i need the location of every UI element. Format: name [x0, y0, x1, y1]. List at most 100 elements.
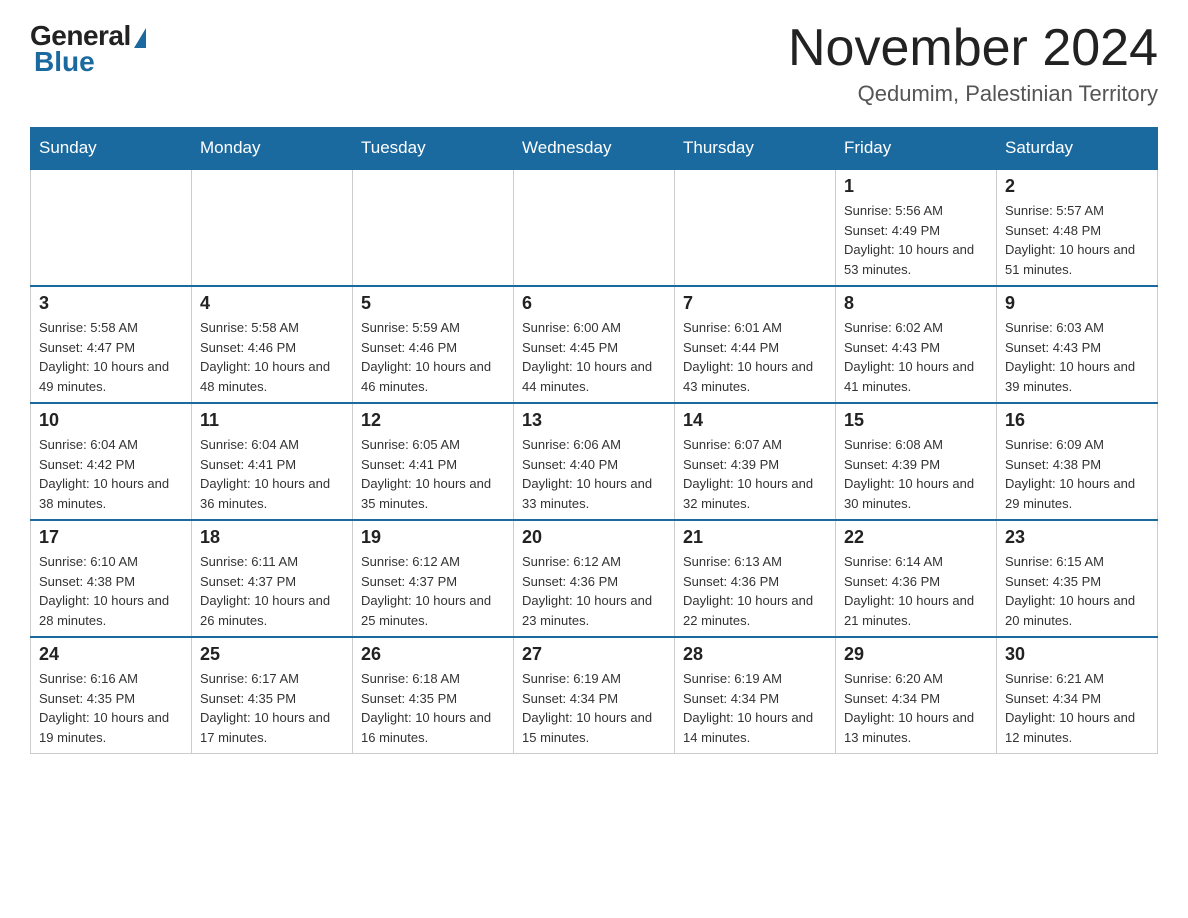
calendar-cell: 6 Sunrise: 6:00 AMSunset: 4:45 PMDaylight… [514, 286, 675, 403]
day-number: 27 [522, 644, 666, 665]
day-number: 14 [683, 410, 827, 431]
calendar-cell: 10Sunrise: 6:04 AMSunset: 4:42 PMDayligh… [31, 403, 192, 520]
day-info: Sunrise: 6:00 AMSunset: 4:45 PMDaylight:… [522, 318, 666, 396]
day-number: 22 [844, 527, 988, 548]
calendar-cell: 14 Sunrise: 6:07 AMSunset: 4:39 PMDayligh… [675, 403, 836, 520]
calendar-cell: 23Sunrise: 6:15 AMSunset: 4:35 PMDayligh… [997, 520, 1158, 637]
location-title: Qedumim, Palestinian Territory [788, 81, 1158, 107]
calendar-cell [192, 169, 353, 286]
page-header: General Blue November 2024 Qedumim, Pale… [30, 20, 1158, 107]
day-info: Sunrise: 6:13 AMSunset: 4:36 PMDaylight:… [683, 552, 827, 630]
day-info: Sunrise: 6:09 AMSunset: 4:38 PMDaylight:… [1005, 435, 1149, 513]
week-row: 24Sunrise: 6:16 AMSunset: 4:35 PMDayligh… [31, 637, 1158, 754]
calendar-cell: 24Sunrise: 6:16 AMSunset: 4:35 PMDayligh… [31, 637, 192, 754]
day-number: 15 [844, 410, 988, 431]
calendar-cell: 20 Sunrise: 6:12 AMSunset: 4:36 PMDayligh… [514, 520, 675, 637]
day-info: Sunrise: 6:14 AMSunset: 4:36 PMDaylight:… [844, 552, 988, 630]
calendar-cell: 9Sunrise: 6:03 AMSunset: 4:43 PMDaylight… [997, 286, 1158, 403]
day-number: 1 [844, 176, 988, 197]
calendar-table: SundayMondayTuesdayWednesdayThursdayFrid… [30, 127, 1158, 754]
calendar-cell: 18 Sunrise: 6:11 AMSunset: 4:37 PMDayligh… [192, 520, 353, 637]
day-info: Sunrise: 6:15 AMSunset: 4:35 PMDaylight:… [1005, 552, 1149, 630]
day-number: 10 [39, 410, 183, 431]
day-number: 12 [361, 410, 505, 431]
day-number: 8 [844, 293, 988, 314]
day-number: 6 [522, 293, 666, 314]
day-info: Sunrise: 5:58 AMSunset: 4:47 PMDaylight:… [39, 318, 183, 396]
day-info: Sunrise: 5:58 AMSunset: 4:46 PMDaylight:… [200, 318, 344, 396]
calendar-cell: 8 Sunrise: 6:02 AMSunset: 4:43 PMDaylight… [836, 286, 997, 403]
calendar-cell: 12 Sunrise: 6:05 AMSunset: 4:41 PMDayligh… [353, 403, 514, 520]
day-info: Sunrise: 6:05 AMSunset: 4:41 PMDaylight:… [361, 435, 505, 513]
weekday-header: Monday [192, 128, 353, 170]
calendar-cell: 5 Sunrise: 5:59 AMSunset: 4:46 PMDaylight… [353, 286, 514, 403]
calendar-cell: 3 Sunrise: 5:58 AMSunset: 4:47 PMDaylight… [31, 286, 192, 403]
day-number: 24 [39, 644, 183, 665]
calendar-cell [675, 169, 836, 286]
calendar-cell: 30 Sunrise: 6:21 AMSunset: 4:34 PMDayligh… [997, 637, 1158, 754]
calendar-cell: 4 Sunrise: 5:58 AMSunset: 4:46 PMDaylight… [192, 286, 353, 403]
week-row: 1 Sunrise: 5:56 AMSunset: 4:49 PMDaylight… [31, 169, 1158, 286]
calendar-cell: 7Sunrise: 6:01 AMSunset: 4:44 PMDaylight… [675, 286, 836, 403]
day-info: Sunrise: 5:56 AMSunset: 4:49 PMDaylight:… [844, 201, 988, 279]
calendar-cell: 28 Sunrise: 6:19 AMSunset: 4:34 PMDayligh… [675, 637, 836, 754]
day-info: Sunrise: 6:10 AMSunset: 4:38 PMDaylight:… [39, 552, 183, 630]
calendar-cell: 22 Sunrise: 6:14 AMSunset: 4:36 PMDayligh… [836, 520, 997, 637]
day-info: Sunrise: 6:08 AMSunset: 4:39 PMDaylight:… [844, 435, 988, 513]
day-info: Sunrise: 5:57 AMSunset: 4:48 PMDaylight:… [1005, 201, 1149, 279]
day-info: Sunrise: 6:17 AMSunset: 4:35 PMDaylight:… [200, 669, 344, 747]
day-number: 5 [361, 293, 505, 314]
calendar-cell: 17 Sunrise: 6:10 AMSunset: 4:38 PMDayligh… [31, 520, 192, 637]
calendar-cell: 27Sunrise: 6:19 AMSunset: 4:34 PMDayligh… [514, 637, 675, 754]
calendar-cell [514, 169, 675, 286]
day-number: 21 [683, 527, 827, 548]
weekday-header: Sunday [31, 128, 192, 170]
day-number: 13 [522, 410, 666, 431]
day-info: Sunrise: 5:59 AMSunset: 4:46 PMDaylight:… [361, 318, 505, 396]
day-number: 11 [200, 410, 344, 431]
day-number: 7 [683, 293, 827, 314]
day-info: Sunrise: 6:12 AMSunset: 4:37 PMDaylight:… [361, 552, 505, 630]
calendar-cell: 15 Sunrise: 6:08 AMSunset: 4:39 PMDayligh… [836, 403, 997, 520]
calendar-cell: 21 Sunrise: 6:13 AMSunset: 4:36 PMDayligh… [675, 520, 836, 637]
calendar-cell: 13Sunrise: 6:06 AMSunset: 4:40 PMDayligh… [514, 403, 675, 520]
week-row: 3 Sunrise: 5:58 AMSunset: 4:47 PMDaylight… [31, 286, 1158, 403]
day-number: 20 [522, 527, 666, 548]
calendar-cell: 1 Sunrise: 5:56 AMSunset: 4:49 PMDaylight… [836, 169, 997, 286]
calendar-cell: 2 Sunrise: 5:57 AMSunset: 4:48 PMDaylight… [997, 169, 1158, 286]
day-number: 30 [1005, 644, 1149, 665]
weekday-header: Wednesday [514, 128, 675, 170]
calendar-header-row: SundayMondayTuesdayWednesdayThursdayFrid… [31, 128, 1158, 170]
day-info: Sunrise: 6:03 AMSunset: 4:43 PMDaylight:… [1005, 318, 1149, 396]
logo: General Blue [30, 20, 146, 78]
day-info: Sunrise: 6:04 AMSunset: 4:41 PMDaylight:… [200, 435, 344, 513]
day-info: Sunrise: 6:02 AMSunset: 4:43 PMDaylight:… [844, 318, 988, 396]
day-number: 25 [200, 644, 344, 665]
day-number: 18 [200, 527, 344, 548]
day-number: 28 [683, 644, 827, 665]
day-number: 2 [1005, 176, 1149, 197]
calendar-cell [353, 169, 514, 286]
day-info: Sunrise: 6:07 AMSunset: 4:39 PMDaylight:… [683, 435, 827, 513]
week-row: 10Sunrise: 6:04 AMSunset: 4:42 PMDayligh… [31, 403, 1158, 520]
day-info: Sunrise: 6:11 AMSunset: 4:37 PMDaylight:… [200, 552, 344, 630]
day-info: Sunrise: 6:21 AMSunset: 4:34 PMDaylight:… [1005, 669, 1149, 747]
weekday-header: Friday [836, 128, 997, 170]
calendar-cell [31, 169, 192, 286]
calendar-cell: 26Sunrise: 6:18 AMSunset: 4:35 PMDayligh… [353, 637, 514, 754]
day-info: Sunrise: 6:12 AMSunset: 4:36 PMDaylight:… [522, 552, 666, 630]
month-title: November 2024 [788, 20, 1158, 77]
calendar-cell: 11 Sunrise: 6:04 AMSunset: 4:41 PMDayligh… [192, 403, 353, 520]
week-row: 17 Sunrise: 6:10 AMSunset: 4:38 PMDayligh… [31, 520, 1158, 637]
day-number: 17 [39, 527, 183, 548]
logo-blue-text: Blue [34, 46, 95, 78]
day-info: Sunrise: 6:19 AMSunset: 4:34 PMDaylight:… [683, 669, 827, 747]
weekday-header: Thursday [675, 128, 836, 170]
calendar-cell: 25 Sunrise: 6:17 AMSunset: 4:35 PMDayligh… [192, 637, 353, 754]
day-number: 4 [200, 293, 344, 314]
logo-triangle-icon [134, 28, 146, 48]
calendar-cell: 19Sunrise: 6:12 AMSunset: 4:37 PMDayligh… [353, 520, 514, 637]
day-info: Sunrise: 6:18 AMSunset: 4:35 PMDaylight:… [361, 669, 505, 747]
day-number: 3 [39, 293, 183, 314]
day-info: Sunrise: 6:20 AMSunset: 4:34 PMDaylight:… [844, 669, 988, 747]
